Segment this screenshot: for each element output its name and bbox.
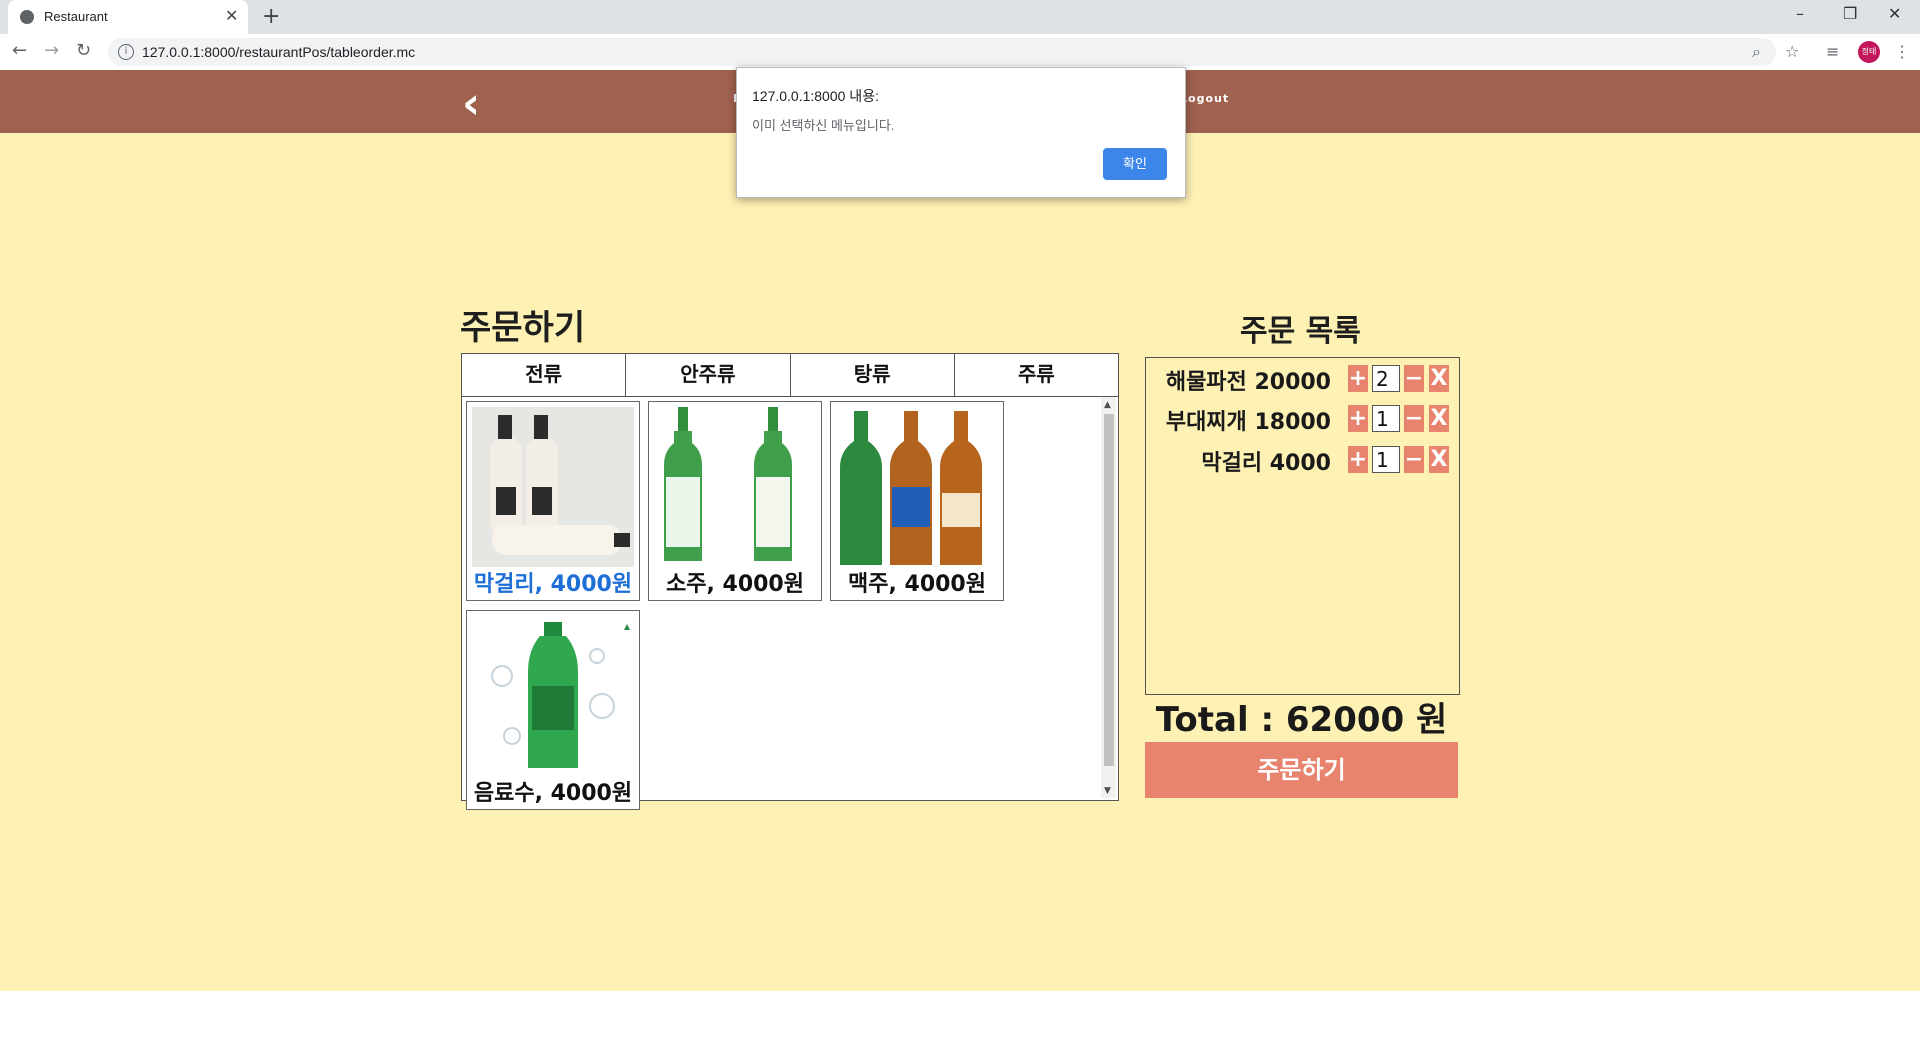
order-item-name: 해물파전 20000 — [1165, 370, 1331, 395]
menu-card-label: 음료수, 4000원 — [473, 781, 633, 806]
tab-jeon[interactable]: 전류 — [462, 354, 627, 396]
media-icon[interactable]: ≡ — [1826, 42, 1839, 61]
profile-avatar[interactable]: 정태 — [1858, 41, 1880, 63]
plus-button[interactable]: + — [1348, 405, 1368, 432]
reload-icon[interactable]: ↻ — [76, 40, 91, 61]
quantity-field[interactable]: 1 — [1372, 405, 1400, 432]
dialog-message: 이미 선택하신 메뉴입니다. — [752, 118, 895, 133]
tab-title: Restaurant — [44, 9, 108, 24]
menu-card[interactable]: 막걸리, 4000원 — [466, 401, 640, 601]
menu-card-label: 막걸리, 4000원 — [473, 572, 633, 597]
plus-button[interactable]: + — [1348, 365, 1368, 392]
order-list-title: 주문 목록 — [1240, 314, 1361, 349]
cider-image — [472, 616, 634, 776]
menu-card-label: 맥주, 4000원 — [848, 572, 986, 597]
remove-button[interactable]: X — [1429, 405, 1449, 432]
remove-button[interactable]: X — [1429, 365, 1449, 392]
minus-button[interactable]: − — [1404, 405, 1424, 432]
back-icon[interactable]: ‹ — [462, 82, 480, 126]
url-text[interactable]: 127.0.0.1:8000/restaurantPos/tableorder.… — [142, 44, 415, 60]
tab-ju[interactable]: 주류 — [955, 354, 1118, 396]
minus-button[interactable]: − — [1404, 365, 1424, 392]
menu-card[interactable]: 소주, 4000원 — [648, 401, 822, 601]
browser-tab-bar — [0, 0, 1920, 34]
globe-icon — [20, 10, 34, 24]
dialog-ok-button[interactable]: 확인 — [1103, 148, 1167, 180]
menu-card[interactable]: 맥주, 4000원 — [830, 401, 1004, 601]
menu-card[interactable]: 음료수, 4000원 — [466, 610, 640, 810]
info-icon[interactable]: i — [118, 44, 134, 60]
menu-card-label: 소주, 4000원 — [666, 572, 804, 597]
minimize-icon[interactable]: – — [1796, 4, 1804, 23]
quantity-field[interactable]: 2 — [1372, 365, 1400, 392]
order-total: Total : 62000 원 — [1155, 700, 1448, 740]
plus-button[interactable]: + — [1348, 446, 1368, 473]
window-close-icon[interactable]: ✕ — [1888, 4, 1901, 23]
logout-link[interactable]: Logout — [1180, 92, 1229, 105]
page-title: 주문하기 — [460, 308, 586, 348]
forward-arrow-icon[interactable]: → — [44, 40, 59, 61]
category-tabs: 전류 안주류 탕류 주류 — [461, 353, 1119, 397]
makgeolli-image — [472, 407, 634, 567]
order-item-name: 막걸리 4000 — [1201, 451, 1331, 476]
zoom-icon[interactable]: ⌕ — [1752, 42, 1761, 62]
new-tab-button[interactable]: + — [262, 4, 280, 29]
order-item-name: 부대찌개 18000 — [1165, 410, 1331, 435]
beer-image — [836, 407, 998, 567]
tab-close-icon[interactable]: ✕ — [225, 6, 238, 25]
minus-button[interactable]: − — [1404, 446, 1424, 473]
menu-scrollbar-thumb[interactable] — [1104, 414, 1114, 766]
quantity-field[interactable]: 1 — [1372, 446, 1400, 473]
remove-button[interactable]: X — [1429, 446, 1449, 473]
tab-anju[interactable]: 안주류 — [626, 354, 791, 396]
scroll-up-icon[interactable]: ▲ — [1104, 400, 1111, 410]
soju-image — [654, 407, 816, 567]
restore-icon[interactable]: ❐ — [1843, 4, 1857, 23]
more-menu-icon[interactable]: ⋮ — [1894, 42, 1910, 61]
scroll-down-icon[interactable]: ▼ — [1104, 786, 1111, 796]
back-arrow-icon[interactable]: ← — [12, 40, 27, 61]
place-order-button[interactable]: 주문하기 — [1145, 742, 1458, 798]
dialog-title: 127.0.0.1:8000 내용: — [752, 88, 879, 104]
tab-tang[interactable]: 탕류 — [791, 354, 955, 396]
star-icon[interactable]: ☆ — [1785, 42, 1799, 61]
